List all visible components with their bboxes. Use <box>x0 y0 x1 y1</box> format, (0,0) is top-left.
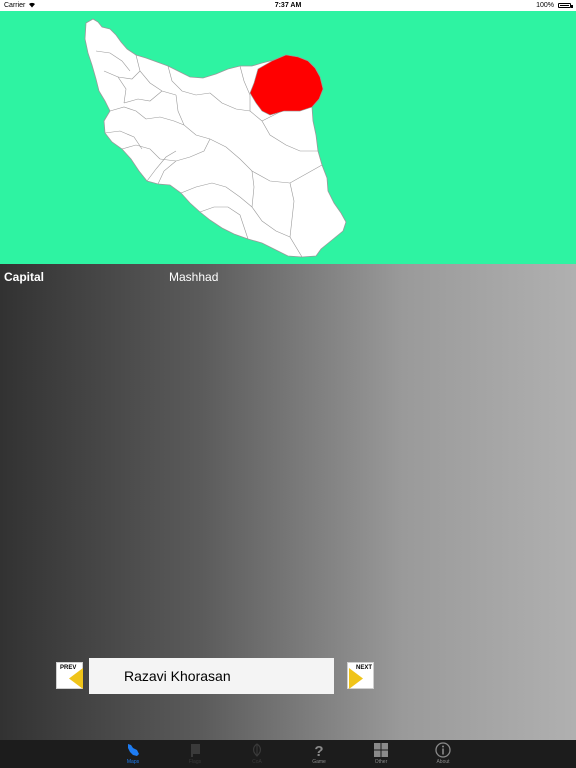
battery-icon <box>558 3 571 8</box>
tab-other[interactable]: Other <box>361 740 401 768</box>
next-label: NEXT <box>356 665 373 671</box>
capital-label: Capital <box>4 270 45 284</box>
tab-maps[interactable]: Maps <box>113 740 153 768</box>
tab-label: Game <box>312 759 326 765</box>
info-icon <box>435 742 451 758</box>
next-button[interactable]: NEXT <box>347 662 374 689</box>
country-map <box>84 18 347 258</box>
tab-about[interactable]: About <box>423 740 463 768</box>
tab-coa[interactable]: CoA <box>237 740 277 768</box>
region-name-box: Razavi Khorasan <box>89 658 334 694</box>
battery-percentage: 100% <box>536 2 554 9</box>
tab-label: Other <box>374 759 388 765</box>
emblem-icon <box>253 743 261 757</box>
tab-label: Maps <box>126 759 140 765</box>
prev-button[interactable]: PREV <box>56 662 83 689</box>
map-icon <box>128 744 139 756</box>
flag-icon <box>191 744 200 757</box>
question-icon: ? <box>314 743 323 758</box>
tab-game[interactable]: ? Game <box>299 740 339 768</box>
svg-text:?: ? <box>314 743 323 758</box>
clock: 7:37 AM <box>274 2 302 9</box>
prev-label: PREV <box>60 665 77 671</box>
region-name: Razavi Khorasan <box>124 668 231 684</box>
tab-label: Flags <box>188 759 202 765</box>
country-outline <box>84 18 347 258</box>
tab-bar: Maps Flags CoA ? Game Other About <box>0 740 576 768</box>
grid-icon <box>374 743 388 757</box>
tab-flags[interactable]: Flags <box>175 740 215 768</box>
capital-value: Mashhad <box>169 270 219 284</box>
tab-label: CoA <box>252 759 262 765</box>
info-panel: Capital Mashhad PREV Razavi Khorasan NEX… <box>0 264 576 740</box>
status-bar: Carrier 7:37 AM 100% <box>0 0 576 11</box>
map-panel <box>0 11 576 264</box>
tab-label: About <box>436 759 450 765</box>
